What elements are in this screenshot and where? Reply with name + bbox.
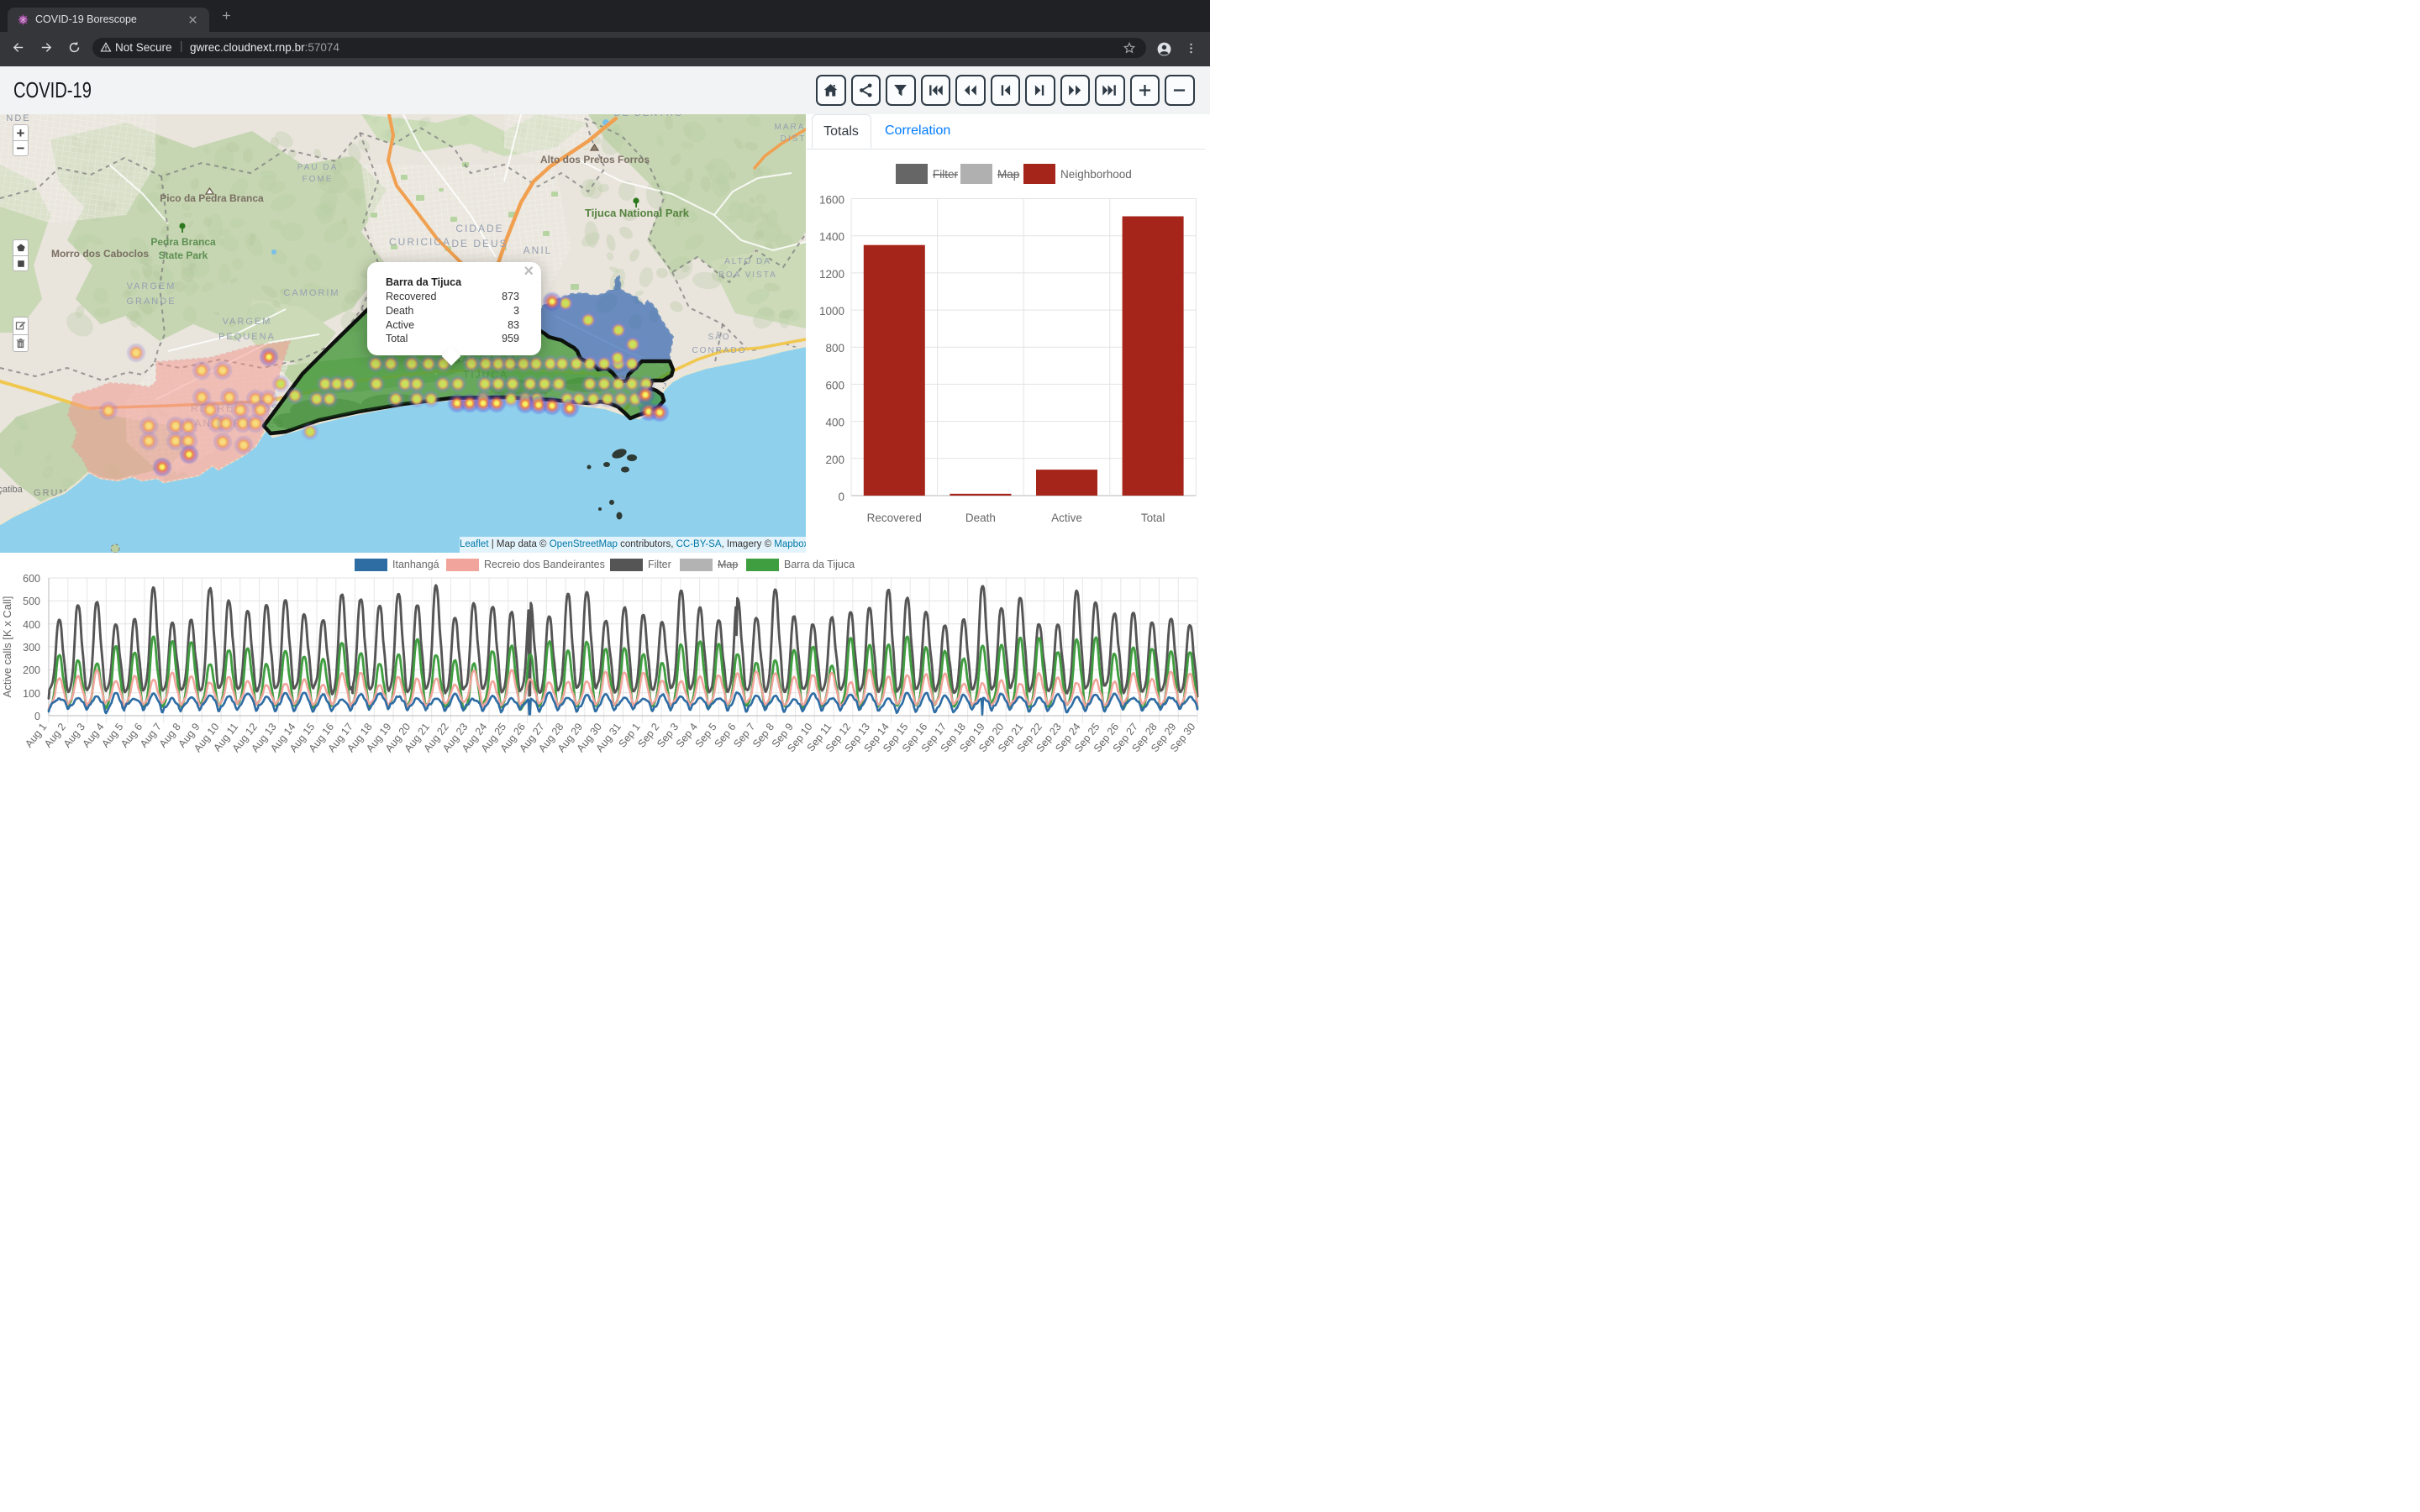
svg-text:Filter: Filter (933, 168, 959, 181)
svg-text:MARA: MARA (775, 123, 806, 132)
svg-text:CURICICA: CURICICA (389, 236, 451, 248)
svg-text:DIST: DIST (781, 134, 806, 144)
svg-text:1000: 1000 (819, 305, 844, 318)
svg-text:State Park: State Park (159, 249, 208, 261)
svg-text:1400: 1400 (819, 231, 844, 244)
svg-text:Map: Map (997, 168, 1019, 181)
svg-text:DE DENTRO: DE DENTRO (614, 114, 684, 118)
svg-text:600: 600 (23, 573, 40, 585)
svg-text:400: 400 (825, 417, 844, 429)
svg-text:Total: Total (1141, 512, 1165, 524)
svg-text:CONRADO: CONRADO (692, 346, 746, 355)
svg-text:VARGEM: VARGEM (127, 281, 176, 291)
svg-text:GRANDE: GRANDE (126, 297, 176, 307)
svg-text:DE DEUS: DE DEUS (451, 238, 508, 249)
svg-text:ALTO DA: ALTO DA (724, 257, 771, 266)
svg-text:SÃO: SÃO (708, 331, 730, 342)
svg-text:PEQUENA: PEQUENA (218, 332, 276, 342)
svg-text:Alto dos Pretos Forros: Alto dos Pretos Forros (540, 154, 650, 165)
svg-text:Neighborhood: Neighborhood (1060, 168, 1132, 181)
svg-text:NDE: NDE (6, 114, 30, 123)
svg-text:çatiba: çatiba (0, 485, 24, 495)
svg-text:600: 600 (825, 379, 844, 391)
svg-text:400: 400 (23, 619, 40, 631)
svg-text:FOME: FOME (302, 175, 334, 184)
svg-text:200: 200 (825, 454, 844, 466)
svg-text:1200: 1200 (819, 268, 844, 281)
svg-text:0: 0 (838, 491, 844, 503)
svg-text:BOA VISTA: BOA VISTA (718, 270, 777, 280)
svg-text:500: 500 (23, 596, 40, 607)
svg-text:0: 0 (34, 711, 40, 722)
svg-text:1600: 1600 (819, 194, 844, 207)
svg-text:Death: Death (965, 512, 996, 524)
svg-text:Pedra Branca: Pedra Branca (150, 236, 216, 248)
svg-text:CIDADE: CIDADE (455, 223, 503, 234)
svg-text:ANIL: ANIL (523, 244, 553, 256)
svg-text:CAMORIM: CAMORIM (283, 288, 339, 298)
svg-text:Recovered: Recovered (867, 512, 922, 524)
svg-text:800: 800 (825, 342, 844, 354)
svg-text:Active: Active (1051, 512, 1082, 524)
svg-text:100: 100 (23, 688, 40, 700)
svg-text:300: 300 (23, 642, 40, 654)
svg-text:Tijuca National Park: Tijuca National Park (585, 207, 690, 219)
svg-text:Morro dos Caboclos: Morro dos Caboclos (51, 248, 149, 260)
svg-text:VARGEM: VARGEM (223, 317, 272, 327)
svg-text:200: 200 (23, 664, 40, 676)
svg-text:Active calls [K x Call]: Active calls [K x Call] (1, 596, 13, 698)
svg-text:PAU DA: PAU DA (297, 163, 339, 172)
